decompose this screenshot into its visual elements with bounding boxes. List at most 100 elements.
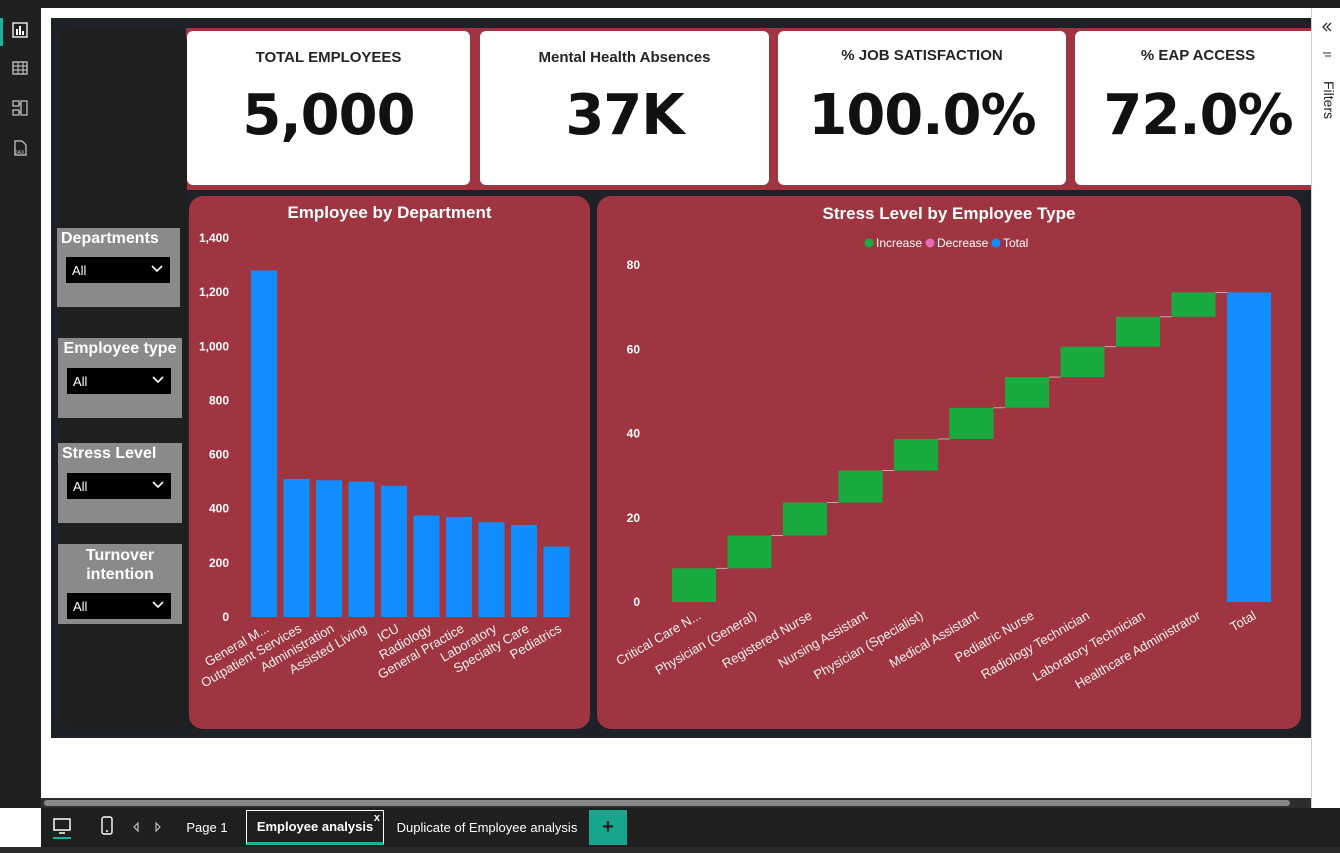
y-tick-label: 1,200 xyxy=(199,285,229,299)
kpi-card-total-employees: TOTAL EMPLOYEES 5,000 xyxy=(187,31,470,185)
dax-query-icon[interactable]: DAX xyxy=(8,136,32,160)
title-bar-strip xyxy=(0,0,1340,8)
legend-marker-total xyxy=(991,238,1001,248)
dropdown-value: All xyxy=(73,374,88,389)
chevron-down-icon xyxy=(152,481,164,489)
tab-label: Employee analysis xyxy=(256,819,374,834)
dropdown-value: All xyxy=(72,263,87,278)
filters-pane[interactable]: Filters xyxy=(1311,8,1340,808)
kpi-card-value: 5,000 xyxy=(242,83,415,148)
chevron-down-icon xyxy=(151,265,163,273)
slicer-label: Turnover intention xyxy=(85,547,155,583)
kpi-card-value: 72.0% xyxy=(1103,83,1293,148)
slicer-departments: Departments All xyxy=(57,228,180,307)
bar-2 xyxy=(316,480,342,617)
bar-6 xyxy=(446,516,472,617)
slicer-turnover-intention: Turnover intention All xyxy=(58,544,182,624)
waterfall-step-3 xyxy=(838,470,883,503)
y-tick-label: 400 xyxy=(209,502,229,516)
bar-chart-svg: 02004006008001,0001,2001,400General M...… xyxy=(198,231,570,690)
next-page-icon[interactable] xyxy=(153,820,163,839)
kpi-card-eap-access: % EAP ACCESS 72.0% xyxy=(1075,31,1321,185)
bar-8 xyxy=(511,524,537,617)
slicer-label: Departments xyxy=(61,230,159,247)
departments-dropdown[interactable]: All xyxy=(66,257,170,283)
kpi-card-title: TOTAL EMPLOYEES xyxy=(255,49,402,66)
y-tick-label: 0 xyxy=(633,595,640,609)
y-tick-label: 60 xyxy=(627,342,641,356)
bar-3 xyxy=(348,481,375,617)
waterfall-step-1 xyxy=(727,535,772,569)
bar-0 xyxy=(251,270,277,617)
legend-label: Increase xyxy=(876,236,922,250)
tab-employee-analysis[interactable]: Employee analysis x xyxy=(246,810,384,845)
waterfall-step-7 xyxy=(1060,346,1105,378)
legend-marker-decrease xyxy=(925,238,935,248)
add-page-button[interactable]: + xyxy=(589,810,627,845)
y-tick-label: 0 xyxy=(222,610,229,624)
bar-9 xyxy=(543,546,570,617)
scrollbar-thumb[interactable] xyxy=(44,800,1290,806)
kpi-card-value: 100.0% xyxy=(808,83,1036,148)
y-tick-label: 600 xyxy=(209,448,229,462)
bar-5 xyxy=(413,515,440,617)
waterfall-step-8 xyxy=(1116,316,1160,347)
prev-page-icon[interactable] xyxy=(131,820,141,839)
total-bar xyxy=(1227,292,1271,602)
bar-7 xyxy=(478,522,505,617)
dropdown-value: All xyxy=(73,599,88,614)
view-switcher-rail: DAX xyxy=(0,8,41,808)
svg-text:DAX: DAX xyxy=(14,150,25,156)
employee-type-dropdown[interactable]: All xyxy=(67,368,171,394)
y-tick-label: 800 xyxy=(209,393,229,407)
waterfall-step-6 xyxy=(1005,377,1049,408)
tab-page-1[interactable]: Page 1 xyxy=(176,810,238,845)
desktop-layout-icon[interactable] xyxy=(50,815,74,844)
report-view-icon[interactable] xyxy=(8,18,32,42)
filter-icon xyxy=(1323,52,1331,57)
dropdown-value: All xyxy=(73,479,88,494)
legend-label: Decrease xyxy=(937,236,989,250)
bar-1 xyxy=(283,478,310,617)
y-tick-label: 20 xyxy=(627,511,641,525)
tab-duplicate-of-employee-analysis[interactable]: Duplicate of Employee analysis xyxy=(394,810,580,845)
waterfall-chart-svg: Increase Decrease Total020406080Critical C… xyxy=(613,236,1271,692)
waterfall-step-5 xyxy=(949,407,994,439)
slicer-label: Stress Level xyxy=(62,445,157,462)
chevron-down-icon xyxy=(152,376,164,384)
close-tab-icon[interactable]: x xyxy=(374,812,380,824)
stress-level-dropdown[interactable]: All xyxy=(67,473,171,499)
kpi-card-title: % EAP ACCESS xyxy=(1140,47,1256,64)
bar-4 xyxy=(381,485,407,617)
slicer-stress-level: Stress Level All xyxy=(58,443,182,523)
collapse-chevrons-icon[interactable] xyxy=(1321,22,1333,32)
kpi-card-mental-health-absences: Mental Health Absences 37K xyxy=(480,31,769,185)
mobile-layout-icon[interactable] xyxy=(98,815,116,842)
y-tick-label: 1,000 xyxy=(199,339,229,353)
kpi-card-job-satisfaction: % JOB SATISFACTION 100.0% xyxy=(778,31,1066,185)
legend-marker-increase xyxy=(864,238,874,248)
status-strip xyxy=(0,847,1340,853)
kpi-card-value: 37K xyxy=(565,83,684,148)
kpi-card-title: Mental Health Absences xyxy=(538,49,711,66)
active-view-indicator xyxy=(0,18,3,46)
table-view-icon[interactable] xyxy=(8,56,32,80)
y-tick-label: 80 xyxy=(627,258,641,272)
employee-by-department-visual[interactable]: Employee by Department 0 200 400 600 800 1,00… xyxy=(189,196,590,729)
slicer-label: Employee type xyxy=(63,340,177,357)
y-tick-label: 1,400 xyxy=(199,231,229,245)
chevron-down-icon xyxy=(152,601,164,609)
waterfall-step-2 xyxy=(783,502,827,536)
waterfall-step-4 xyxy=(894,438,938,471)
stress-level-by-employee-type-visual[interactable]: Stress Level by Employee Type Increase De… xyxy=(597,196,1301,729)
filters-pane-label: Filters xyxy=(1321,80,1337,120)
turnover-intention-dropdown[interactable]: All xyxy=(67,593,171,619)
model-view-icon[interactable] xyxy=(8,96,32,120)
y-tick-label: 40 xyxy=(627,427,641,441)
waterfall-step-0 xyxy=(672,568,716,602)
slicer-employee-type: Employee type All xyxy=(58,338,182,418)
waterfall-step-9 xyxy=(1171,292,1216,317)
x-tick-label: Total xyxy=(1227,608,1258,635)
kpi-card-title: % JOB SATISFACTION xyxy=(841,47,1003,64)
x-tick-label: Physician (General) xyxy=(653,608,759,678)
